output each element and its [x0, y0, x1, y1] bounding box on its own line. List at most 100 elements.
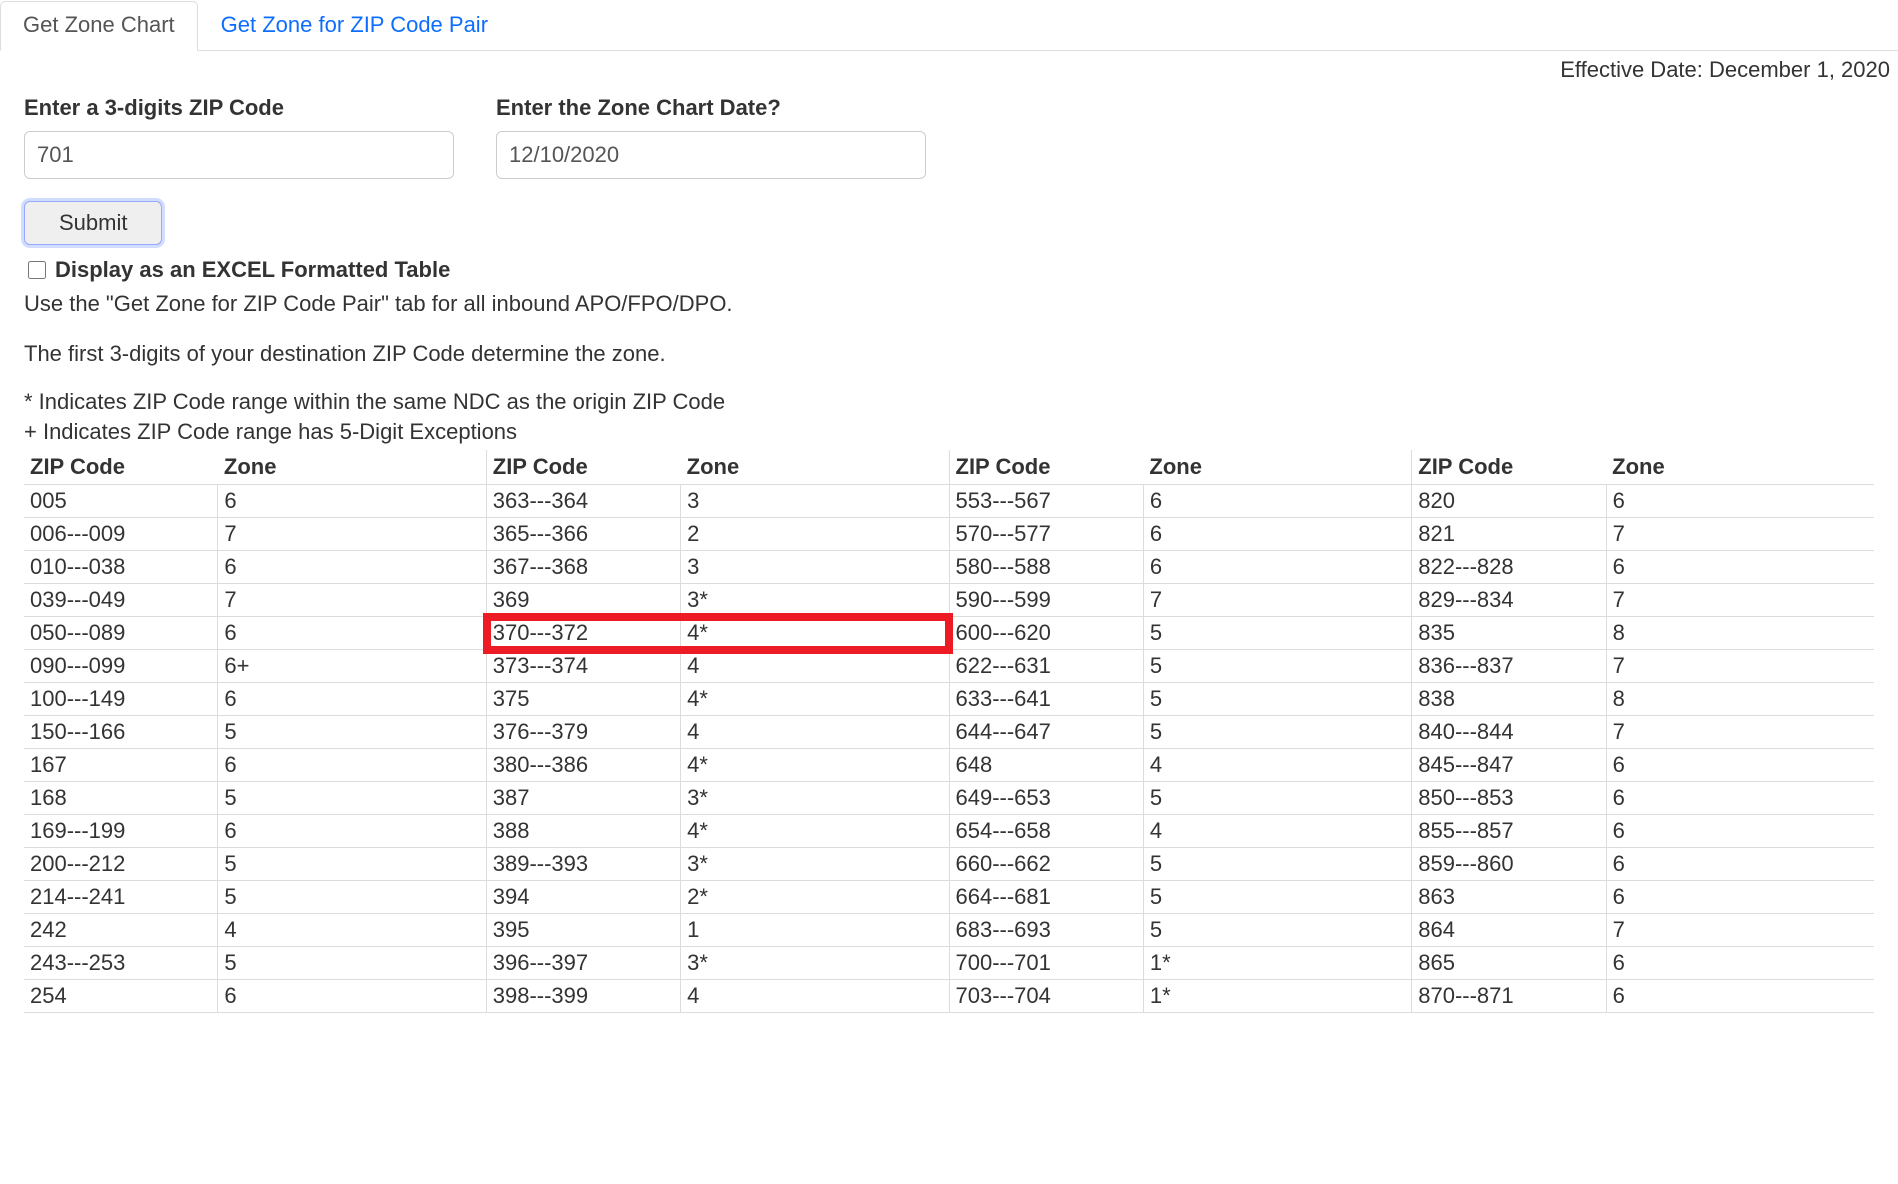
table-row: 1685	[24, 782, 486, 815]
cell-zip: 396---397	[487, 947, 681, 980]
table-row: 389---3933*	[487, 848, 949, 881]
tab-get-zone-pair[interactable]: Get Zone for ZIP Code Pair	[198, 1, 511, 51]
cell-zip: 370---372	[487, 617, 681, 650]
table-row: 644---6475	[950, 716, 1412, 749]
cell-zip: 865	[1412, 947, 1606, 980]
cell-zone: 7	[1606, 716, 1874, 749]
zip-input[interactable]	[24, 131, 454, 179]
table-row: 396---3973*	[487, 947, 949, 980]
cell-zip: 644---647	[950, 716, 1144, 749]
cell-zip: 850---853	[1412, 782, 1606, 815]
cell-zip: 398---399	[487, 980, 681, 1013]
table-row: 8217	[1412, 518, 1874, 551]
table-row: 829---8347	[1412, 584, 1874, 617]
cell-zone: 6	[1606, 551, 1874, 584]
table-row: 367---3683	[487, 551, 949, 584]
cell-zip: 090---099	[24, 650, 218, 683]
cell-zone: 6	[218, 617, 486, 650]
table-row: 622---6315	[950, 650, 1412, 683]
submit-button[interactable]: Submit	[24, 201, 162, 245]
cell-zip: 006---009	[24, 518, 218, 551]
col-header-zip: ZIP Code	[24, 450, 218, 485]
tab-get-zone-chart[interactable]: Get Zone Chart	[0, 1, 198, 51]
table-row: 850---8536	[1412, 782, 1874, 815]
cell-zone: 5	[1143, 683, 1411, 716]
cell-zone: 6	[1606, 881, 1874, 914]
cell-zip: 820	[1412, 485, 1606, 518]
zone-columns: ZIP CodeZone0056006---0097010---0386039-…	[24, 450, 1874, 1013]
table-row: 373---3744	[487, 650, 949, 683]
cell-zip: 570---577	[950, 518, 1144, 551]
cell-zip: 010---038	[24, 551, 218, 584]
cell-zip: 167	[24, 749, 218, 782]
cell-zip: 100---149	[24, 683, 218, 716]
zone-table: ZIP CodeZone553---5676570---5776580---58…	[950, 450, 1412, 1013]
zone-column: ZIP CodeZone82068217822---8286829---8347…	[1412, 450, 1874, 1013]
table-row: 822---8286	[1412, 551, 1874, 584]
cell-zone: 6	[218, 980, 486, 1013]
col-header-zone: Zone	[218, 450, 486, 485]
cell-zone: 7	[218, 518, 486, 551]
table-row: 365---3662	[487, 518, 949, 551]
table-row: 039---0497	[24, 584, 486, 617]
cell-zone: 4	[681, 980, 949, 1013]
table-row: 8647	[1412, 914, 1874, 947]
cell-zip: 380---386	[487, 749, 681, 782]
cell-zip: 648	[950, 749, 1144, 782]
cell-zone: 5	[1143, 650, 1411, 683]
table-row: 845---8476	[1412, 749, 1874, 782]
cell-zone: 4	[681, 716, 949, 749]
cell-zone: 4*	[681, 749, 949, 782]
cell-zone: 5	[218, 782, 486, 815]
zone-column: ZIP CodeZone363---3643365---3662367---36…	[487, 450, 950, 1013]
cell-zone: 7	[1143, 584, 1411, 617]
note-star: * Indicates ZIP Code range within the sa…	[24, 389, 725, 414]
table-row: 363---3643	[487, 485, 949, 518]
cell-zone: 5	[218, 848, 486, 881]
note-plus: + Indicates ZIP Code range has 5-Digit E…	[24, 419, 517, 444]
date-label: Enter the Zone Chart Date?	[496, 95, 926, 121]
col-header-zone: Zone	[1606, 450, 1874, 485]
cell-zone: 5	[1143, 881, 1411, 914]
table-row: 3884*	[487, 815, 949, 848]
cell-zone: 4	[1143, 815, 1411, 848]
table-row: 859---8606	[1412, 848, 1874, 881]
cell-zip: 859---860	[1412, 848, 1606, 881]
cell-zone: 6	[1606, 749, 1874, 782]
cell-zone: 3	[681, 551, 949, 584]
cell-zone: 3	[681, 485, 949, 518]
table-row: 580---5886	[950, 551, 1412, 584]
excel-checkbox[interactable]	[28, 261, 46, 279]
table-row: 3754*	[487, 683, 949, 716]
col-header-zip: ZIP Code	[487, 450, 681, 485]
cell-zip: 703---704	[950, 980, 1144, 1013]
cell-zone: 7	[1606, 914, 1874, 947]
cell-zip: 375	[487, 683, 681, 716]
cell-zone: 2	[681, 518, 949, 551]
cell-zone: 4	[218, 914, 486, 947]
table-row: 664---6815	[950, 881, 1412, 914]
date-field-group: Enter the Zone Chart Date?	[496, 95, 926, 179]
cell-zip: 845---847	[1412, 749, 1606, 782]
cell-zip: 870---871	[1412, 980, 1606, 1013]
table-row: 3951	[487, 914, 949, 947]
cell-zip: 649---653	[950, 782, 1144, 815]
cell-zone: 4*	[681, 617, 949, 650]
date-input[interactable]	[496, 131, 926, 179]
cell-zone: 1	[681, 914, 949, 947]
table-row: 8656	[1412, 947, 1874, 980]
table-row: 1676	[24, 749, 486, 782]
cell-zone: 6+	[218, 650, 486, 683]
cell-zip: 836---837	[1412, 650, 1606, 683]
cell-zip: 590---599	[950, 584, 1144, 617]
table-row: 8388	[1412, 683, 1874, 716]
cell-zone: 5	[1143, 782, 1411, 815]
cell-zip: 050---089	[24, 617, 218, 650]
zone-column: ZIP CodeZone0056006---0097010---0386039-…	[24, 450, 487, 1013]
cell-zip: 835	[1412, 617, 1606, 650]
table-row: 840---8447	[1412, 716, 1874, 749]
cell-zone: 6	[218, 749, 486, 782]
table-row: 090---0996+	[24, 650, 486, 683]
cell-zip: 622---631	[950, 650, 1144, 683]
cell-zip: 863	[1412, 881, 1606, 914]
